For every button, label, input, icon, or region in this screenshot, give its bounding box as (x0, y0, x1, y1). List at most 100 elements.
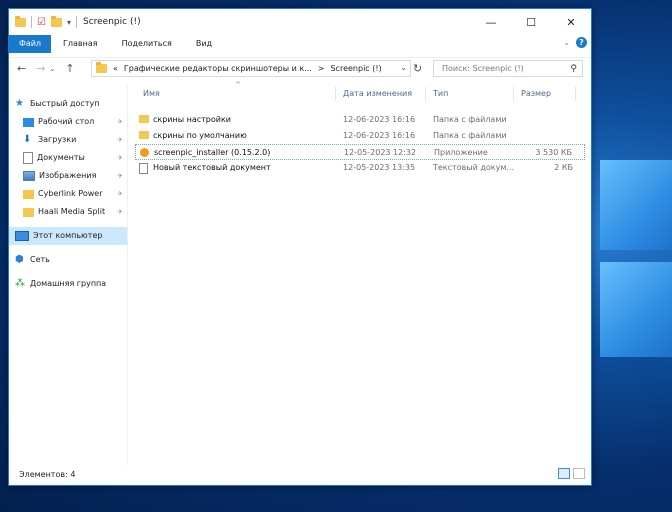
sidebar-item-label: Сеть (30, 255, 50, 264)
recent-locations-icon[interactable]: ⌄ (49, 62, 55, 76)
sidebar-item-label: Cyberlink Power (38, 189, 103, 198)
sidebar-item-haali[interactable]: Haali Media Split ✈ (9, 203, 127, 221)
maximize-button[interactable]: ☐ (511, 9, 551, 35)
column-header-name[interactable]: Имя (143, 89, 160, 98)
large-icons-view-icon[interactable] (573, 468, 585, 479)
close-button[interactable]: ✕ (551, 9, 591, 35)
breadcrumb-overflow[interactable]: « (113, 64, 118, 73)
column-divider[interactable] (575, 87, 576, 101)
column-header-type[interactable]: Тип (433, 89, 448, 98)
file-date: 12-05-2023 13:35 (343, 163, 416, 172)
sidebar-item-desktop[interactable]: Рабочий стол ✈ (9, 113, 127, 131)
sidebar-item-quick-access[interactable]: ★ Быстрый доступ (9, 95, 127, 113)
sidebar-item-label: Домашняя группа (30, 279, 107, 288)
forward-arrow-icon[interactable]: → (36, 62, 45, 76)
tab-home[interactable]: Главная (51, 35, 110, 53)
folder-icon (139, 131, 149, 139)
desktop-icon (23, 117, 34, 127)
sidebar-item-pictures[interactable]: Изображения ✈ (9, 167, 127, 185)
pin-icon[interactable]: ✈ (117, 149, 123, 167)
folder-icon (139, 115, 149, 123)
chevron-down-icon[interactable]: ⌄ (400, 63, 407, 72)
tab-share[interactable]: Поделиться (110, 35, 184, 53)
search-placeholder: Поиск: Screenpic (!) (442, 64, 524, 73)
item-count: Элементов: 4 (19, 470, 76, 479)
wallpaper-pane (600, 160, 672, 250)
wallpaper-pane (600, 262, 672, 357)
navigation-buttons: ← → ⌄ ↑ (17, 62, 75, 76)
column-headers: ^ Имя Дата изменения Тип Размер (135, 81, 585, 104)
sidebar-item-documents[interactable]: Документы ✈ (9, 149, 127, 167)
back-arrow-icon[interactable]: ← (17, 62, 26, 76)
sidebar-item-this-pc[interactable]: Этот компьютер (9, 227, 127, 245)
column-header-date[interactable]: Дата изменения (343, 89, 412, 98)
properties-icon[interactable]: ☑ (37, 17, 46, 28)
file-name: screenpic_installer (0.15.2.0) (154, 148, 271, 157)
pin-icon[interactable]: ✈ (117, 167, 123, 185)
file-type: Папка с файлами (433, 131, 507, 140)
column-divider[interactable] (425, 87, 426, 101)
file-size: 2 КБ (554, 163, 573, 172)
address-bar[interactable]: « Графические редакторы скриншотеры и к.… (91, 60, 411, 77)
table-row[interactable]: скрины настройки 12-06-2023 16:16 Папка … (135, 112, 585, 128)
sidebar-item-label: Этот компьютер (33, 231, 103, 240)
sidebar-item-label: Haali Media Split (38, 207, 106, 216)
help-icon[interactable]: ? (576, 37, 587, 48)
documents-icon (23, 152, 33, 164)
new-folder-icon[interactable] (50, 15, 62, 27)
column-divider[interactable] (335, 87, 336, 101)
up-arrow-icon[interactable]: ↑ (65, 62, 74, 76)
tab-view[interactable]: Вид (184, 35, 224, 53)
folder-icon (96, 62, 107, 73)
text-file-icon (139, 163, 148, 174)
breadcrumb-separator[interactable]: > (318, 64, 325, 73)
file-date: 12-06-2023 16:16 (343, 115, 416, 124)
table-row[interactable]: screenpic_installer (0.15.2.0) 12-05-202… (135, 144, 585, 160)
file-list: ^ Имя Дата изменения Тип Размер скрины н… (135, 81, 585, 465)
sidebar-item-cyberlink[interactable]: Cyberlink Power ✈ (9, 185, 127, 203)
navigation-pane: ★ Быстрый доступ Рабочий стол ✈ ⬇ Загруз… (9, 85, 128, 465)
file-date: 12-06-2023 16:16 (343, 131, 416, 140)
quick-access-toolbar: ☑ ▾ (15, 15, 77, 28)
file-date: 12-05-2023 12:32 (344, 148, 417, 157)
pin-icon[interactable]: ✈ (117, 131, 123, 149)
ribbon-right: ⌄ ? (563, 37, 587, 48)
sidebar-item-label: Документы (37, 153, 85, 162)
view-switcher (558, 468, 585, 479)
column-header-size[interactable]: Размер (521, 89, 551, 98)
search-input[interactable]: Поиск: Screenpic (!) ⚲ (433, 60, 583, 77)
file-type: Папка с файлами (433, 115, 507, 124)
search-icon[interactable]: ⚲ (570, 62, 577, 77)
pictures-icon (23, 171, 35, 181)
table-row[interactable]: Новый текстовый документ 12-05-2023 13:3… (135, 160, 585, 176)
details-view-icon[interactable] (558, 468, 570, 479)
minimize-button[interactable]: — (471, 9, 511, 35)
computer-icon (15, 231, 29, 241)
tab-file[interactable]: Файл (9, 35, 51, 53)
pin-icon[interactable]: ✈ (117, 203, 123, 221)
folder-icon (23, 189, 34, 199)
network-icon: ⬢ (15, 254, 24, 265)
folder-icon (23, 207, 34, 217)
refresh-icon[interactable]: ↻ (413, 62, 422, 75)
pin-icon[interactable]: ✈ (117, 185, 123, 203)
status-bar: Элементов: 4 (9, 465, 591, 485)
toolbar-divider (75, 16, 77, 28)
ribbon-tabs: Файл Главная Поделиться Вид ⌄ ? (9, 35, 591, 53)
file-name: скрины настройки (153, 115, 231, 124)
sidebar-item-homegroup[interactable]: ⁂ Домашняя группа (9, 275, 127, 293)
download-icon: ⬇ (23, 134, 32, 145)
breadcrumb-parent[interactable]: Графические редакторы скриншотеры и к... (124, 64, 312, 73)
breadcrumb-current[interactable]: Screenpic (!) (330, 64, 381, 73)
pin-icon[interactable]: ✈ (117, 113, 123, 131)
installer-icon (140, 148, 149, 157)
customize-toolbar-icon[interactable]: ▾ (67, 18, 71, 27)
expand-ribbon-icon[interactable]: ⌄ (563, 38, 570, 47)
table-row[interactable]: скрины по умолчанию 12-06-2023 16:16 Пап… (135, 128, 585, 144)
file-type: Приложение (434, 148, 488, 157)
homegroup-icon: ⁂ (15, 278, 25, 289)
column-divider[interactable] (513, 87, 514, 101)
sidebar-item-downloads[interactable]: ⬇ Загрузки ✈ (9, 131, 127, 149)
sidebar-item-network[interactable]: ⬢ Сеть (9, 251, 127, 269)
sidebar-item-label: Рабочий стол (38, 117, 95, 126)
